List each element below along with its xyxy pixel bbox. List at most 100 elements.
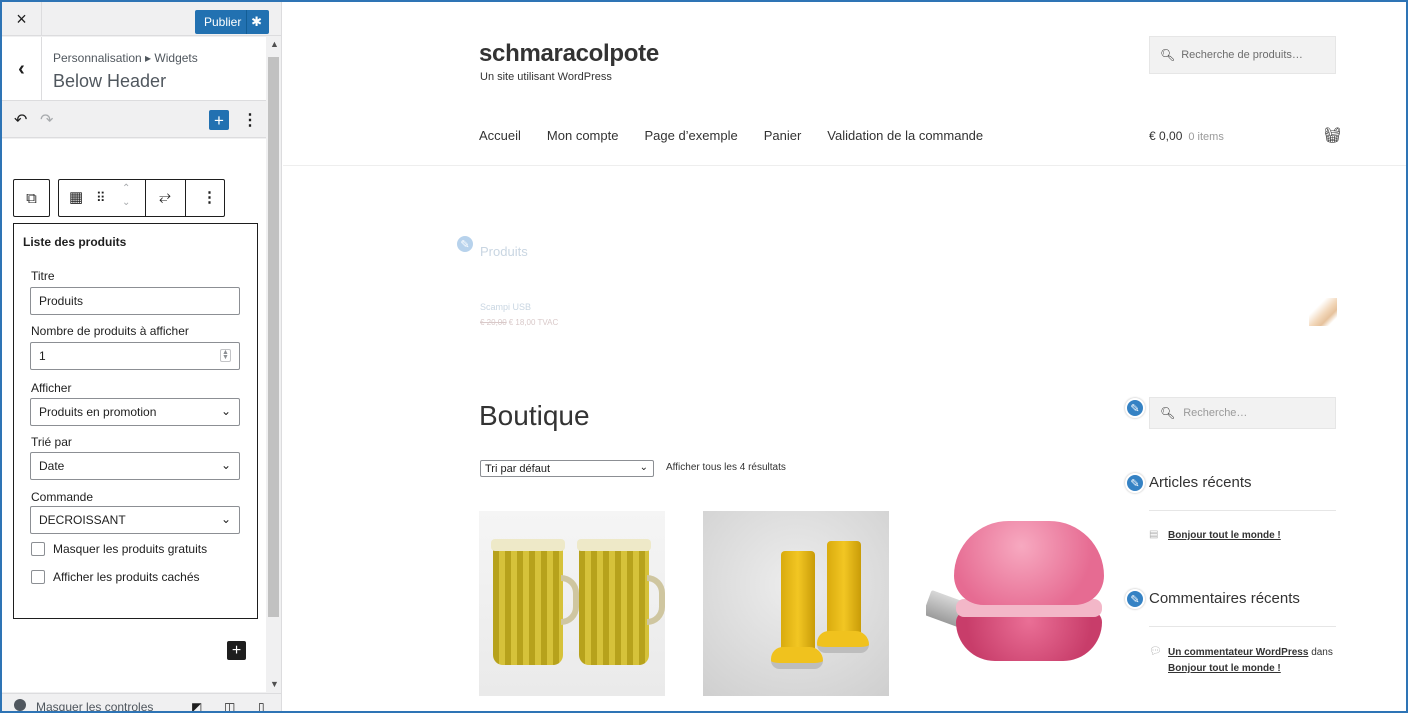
scroll-down-icon[interactable]: ▼ bbox=[270, 679, 279, 689]
product-image-boots[interactable] bbox=[703, 511, 889, 696]
breadcrumb: Personnalisation ▸ Widgets bbox=[53, 51, 198, 65]
order-select[interactable]: DECROISSANT ⌄ bbox=[30, 506, 240, 534]
edit-pencil-icon[interactable]: ✎ bbox=[1125, 473, 1145, 493]
desktop-preview-icon[interactable]: ◩ bbox=[191, 700, 202, 711]
product-search-input[interactable]: 🔍︎ Recherche de produits… bbox=[1149, 36, 1336, 74]
header-divider bbox=[283, 165, 1406, 166]
order-select-value: DECROISSANT bbox=[39, 513, 126, 527]
show-hidden-checkbox-row[interactable]: Afficher les produits cachés bbox=[31, 570, 200, 584]
result-count: Afficher tous les 4 résultats bbox=[666, 462, 786, 473]
close-icon: × bbox=[16, 8, 27, 29]
publish-button[interactable]: Publier ✱ bbox=[195, 10, 269, 34]
product-count-input[interactable]: 1 ▲ ▼ bbox=[30, 342, 240, 370]
product-image-macaron[interactable] bbox=[926, 511, 1112, 696]
redo-icon[interactable]: ↷ bbox=[40, 110, 53, 130]
sort-select[interactable]: Tri par défaut ⌄ bbox=[480, 460, 654, 477]
primary-nav: Accueil Mon compte Page d’exemple Panier… bbox=[479, 128, 1009, 143]
cart-items: 0 items bbox=[1188, 131, 1224, 143]
orderby-select[interactable]: Date ⌄ bbox=[30, 452, 240, 480]
comment-icon: 💬︎ bbox=[1149, 646, 1162, 657]
chevron-down-icon: ⌄ bbox=[220, 458, 231, 472]
scroll-up-icon[interactable]: ▲ bbox=[270, 39, 279, 49]
parent-block-icon: ⧉ bbox=[26, 189, 37, 207]
gear-icon[interactable]: ✱ bbox=[251, 14, 262, 30]
calendar-icon[interactable]: ▦ bbox=[69, 188, 83, 206]
beer-mug-shape bbox=[577, 539, 665, 665]
nav-item-accueil[interactable]: Accueil bbox=[479, 128, 521, 143]
hide-free-label: Masquer les produits gratuits bbox=[53, 542, 208, 556]
section-header: ‹ Personnalisation ▸ Widgets Below Heade… bbox=[2, 37, 266, 101]
widget-area-body: ⧉ ▦ ⠿ ⌃ ⌄ ⥂ ⋮ Liste des produits Titre P… bbox=[2, 139, 266, 692]
back-button[interactable]: ‹ bbox=[2, 37, 42, 101]
hide-free-checkbox-row[interactable]: Masquer les produits gratuits bbox=[31, 542, 207, 556]
show-select[interactable]: Produits en promotion ⌄ bbox=[30, 398, 240, 426]
mobile-preview-icon[interactable]: ▯ bbox=[258, 700, 265, 711]
boot-shape bbox=[817, 541, 869, 653]
move-up-icon[interactable]: ⌃ bbox=[122, 183, 130, 195]
basket-icon[interactable]: 🧺︎ bbox=[1323, 126, 1342, 144]
orderby-label: Trié par bbox=[31, 435, 72, 449]
site-tagline: Un site utilisant WordPress bbox=[480, 71, 612, 83]
product-list-widget: Liste des produits Titre Produits Nombre… bbox=[13, 223, 258, 619]
nav-item-page-exemple[interactable]: Page d’exemple bbox=[644, 128, 737, 143]
macaron-shape bbox=[954, 521, 1104, 605]
hide-controls-link[interactable]: Masquer les controles bbox=[36, 700, 153, 711]
add-block-button[interactable]: + bbox=[227, 641, 246, 660]
comment-post-link[interactable]: Bonjour tout le monde ! bbox=[1168, 663, 1281, 674]
scrollbar-thumb[interactable] bbox=[268, 57, 279, 617]
nav-item-validation[interactable]: Validation de la commande bbox=[827, 128, 983, 143]
product-thumbnail[interactable] bbox=[1309, 298, 1337, 326]
block-inserter-button[interactable]: + bbox=[209, 110, 229, 130]
beer-mug-shape bbox=[491, 539, 579, 665]
number-spinner-icon[interactable]: ▲ ▼ bbox=[220, 349, 231, 362]
document-icon: ▤ bbox=[1149, 529, 1159, 540]
edit-pencil-icon[interactable]: ✎ bbox=[455, 234, 475, 254]
sidebar-scrollbar[interactable]: ▲ ▼ bbox=[266, 37, 281, 693]
transform-icon[interactable]: ⥂ bbox=[159, 188, 171, 205]
options-menu-icon[interactable]: ⋮ bbox=[242, 110, 258, 130]
search-icon: 🔍︎ bbox=[1160, 48, 1176, 62]
orderby-select-value: Date bbox=[39, 459, 65, 473]
publish-divider bbox=[246, 10, 247, 34]
drag-handle-icon[interactable]: ⠿ bbox=[96, 190, 106, 206]
title-input-value: Produits bbox=[39, 294, 84, 308]
product-search-placeholder: Recherche de produits… bbox=[1181, 49, 1303, 61]
cart-amount: € 0,00 bbox=[1149, 129, 1183, 143]
comment-connector: dans bbox=[1311, 647, 1333, 658]
edit-pencil-icon[interactable]: ✎ bbox=[1125, 398, 1145, 418]
tablet-preview-icon[interactable]: ◫ bbox=[224, 700, 235, 711]
select-parent-button[interactable]: ⧉ bbox=[13, 179, 50, 217]
more-options-icon[interactable]: ⋮ bbox=[202, 188, 217, 206]
collapse-icon[interactable] bbox=[14, 699, 26, 711]
site-preview: schmaracolpote Un site utilisant WordPre… bbox=[283, 2, 1406, 711]
new-price: € 18,00 bbox=[508, 318, 536, 327]
customizer-footer: Masquer les controles ◩ ◫ ▯ bbox=[2, 693, 281, 711]
hide-free-checkbox[interactable] bbox=[31, 542, 45, 556]
toolbar-divider bbox=[185, 180, 186, 216]
customizer-header-bar: × Publier ✱ bbox=[2, 2, 281, 36]
macaron-shape bbox=[956, 611, 1102, 661]
product-image-beer[interactable] bbox=[479, 511, 665, 696]
sidebar-search-input[interactable]: 🔍︎ Recherche… bbox=[1149, 397, 1336, 429]
undo-icon[interactable]: ↶ bbox=[14, 110, 27, 130]
recent-post-link[interactable]: Bonjour tout le monde ! bbox=[1168, 530, 1281, 541]
edit-pencil-icon[interactable]: ✎ bbox=[1125, 589, 1145, 609]
publish-button-label: Publier bbox=[204, 15, 242, 29]
nav-item-mon-compte[interactable]: Mon compte bbox=[547, 128, 619, 143]
recent-comment: Un commentateur WordPress dans Bonjour t… bbox=[1168, 645, 1333, 677]
show-hidden-label: Afficher les produits cachés bbox=[53, 570, 200, 584]
toolbar-divider bbox=[145, 180, 146, 216]
nav-item-panier[interactable]: Panier bbox=[764, 128, 802, 143]
product-count-label: Nombre de produits à afficher bbox=[31, 324, 189, 338]
show-hidden-checkbox[interactable] bbox=[31, 570, 45, 584]
product-name-link[interactable]: Scampi USB bbox=[480, 302, 531, 312]
block-toolbar: ▦ ⠿ ⌃ ⌄ ⥂ ⋮ bbox=[58, 179, 225, 217]
title-input[interactable]: Produits bbox=[30, 287, 240, 315]
move-down-icon[interactable]: ⌄ bbox=[122, 197, 130, 209]
products-widget-title: Produits bbox=[480, 244, 528, 259]
sort-select-value: Tri par défaut bbox=[485, 462, 551, 475]
comment-author-link[interactable]: Un commentateur WordPress bbox=[1168, 647, 1308, 658]
close-customizer-button[interactable]: × bbox=[2, 2, 42, 36]
site-title[interactable]: schmaracolpote bbox=[479, 40, 659, 68]
header-cart[interactable]: € 0,00 0 items bbox=[1149, 129, 1224, 143]
